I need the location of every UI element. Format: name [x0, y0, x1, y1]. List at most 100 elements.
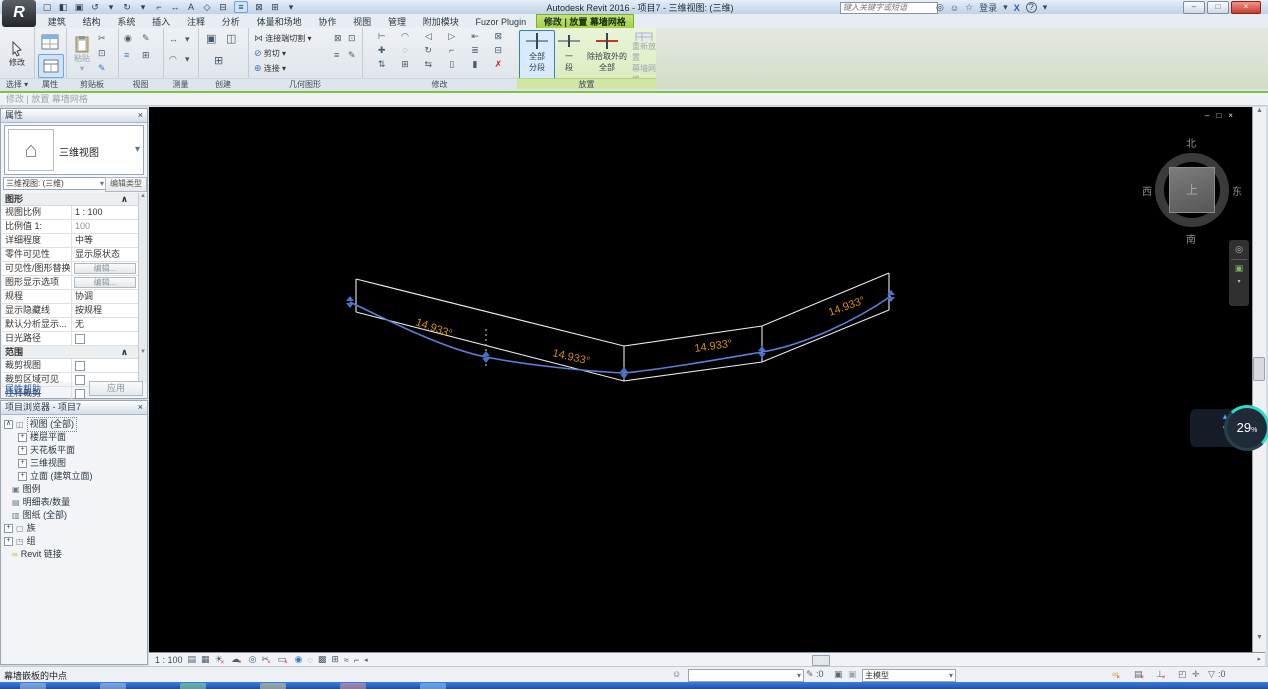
copy-tool-icon[interactable]: ◌ [393, 45, 416, 56]
annotation-crop-checkbox[interactable] [75, 389, 85, 399]
tab-addins[interactable]: 附加模块 [416, 15, 466, 29]
aligned-dimension-icon[interactable]: ↔ [170, 2, 180, 12]
ribbon-display-toggle[interactable]: ⊡ ▾ [545, 16, 558, 25]
join-end-cut-button[interactable]: ⋈ 连接端切割 ▾ [254, 33, 311, 44]
join-geometry-button[interactable]: ⊕ 连接 ▾ [254, 63, 286, 74]
beam-joins-icon[interactable]: ⊡ [348, 33, 356, 44]
angle-label[interactable]: 14.933° [414, 316, 454, 340]
exclude-options-icon[interactable]: ▣ [848, 669, 857, 680]
tab-architecture[interactable]: 建筑 [41, 15, 73, 29]
search-input[interactable] [840, 2, 938, 14]
scale-icon[interactable]: ⇅ [370, 59, 393, 70]
view-minimize-icon[interactable]: – [1205, 111, 1209, 120]
open-icon[interactable]: ◧ [58, 2, 68, 13]
copy-icon[interactable]: ⊡ [98, 48, 106, 59]
taskbar-app-icon[interactable] [20, 683, 46, 689]
new-sheet-icon[interactable]: ▢ [42, 2, 52, 13]
delete-icon[interactable]: ✗ [487, 59, 510, 70]
collapse-icon[interactable]: ∧ [121, 346, 128, 358]
prop-row[interactable]: 图形显示选项 编辑... [2, 276, 138, 290]
wall-joins-icon[interactable]: ⊠ [334, 33, 342, 44]
analytical-model-icon[interactable]: ≈ [344, 655, 349, 665]
prop-row[interactable]: 视图比例 1 : 100 [2, 206, 138, 220]
panel-select-label[interactable]: 选择 ▾ [0, 78, 34, 89]
measure-icon[interactable]: ⌐ [154, 2, 164, 12]
mirror-axis-icon[interactable]: ◁ [417, 31, 440, 42]
wall-opening-icon[interactable]: ▮ [463, 59, 486, 70]
view-cube-top-face[interactable]: 上 [1169, 167, 1215, 213]
tree-item-elevations[interactable]: + 立面 (建筑立面) [4, 470, 93, 483]
tree-item-groups[interactable]: + ◳ 组 [4, 535, 93, 548]
thin-lines-icon[interactable]: ≡ [234, 1, 248, 13]
design-options-icon[interactable]: ✎ [806, 669, 814, 680]
prop-row[interactable]: 默认分析显示... 无 [2, 318, 138, 332]
tab-annotate[interactable]: 注释 [180, 15, 212, 29]
type-selector[interactable]: ⌂ 三维视图 ▾ [4, 125, 144, 175]
rotate-icon[interactable]: ↻ [417, 45, 440, 56]
scroll-right-icon[interactable]: ▸ [1257, 655, 1261, 663]
project-browser-header[interactable]: 项目浏览器 - 项目7 × [1, 401, 147, 415]
restore-button[interactable]: □ [1207, 1, 1229, 14]
minimize-button[interactable]: – [1183, 1, 1205, 14]
type-selector-dropdown-icon[interactable]: ▾ [135, 144, 140, 155]
close-hidden-windows-icon[interactable]: ⊠ [254, 2, 264, 13]
redo-icon[interactable]: ↻ [122, 2, 132, 13]
spline-node-handles[interactable] [346, 290, 895, 379]
main-model-dropdown[interactable]: 主模型 ▾ [862, 669, 956, 682]
sign-in-label[interactable]: 登录 [979, 1, 997, 14]
tree-item-families[interactable]: + ▢ 族 [4, 522, 93, 535]
navigation-bar[interactable]: ◎ ▣ ▾ [1229, 240, 1249, 306]
view-restore-icon[interactable]: □ [1216, 111, 1221, 120]
split-element-icon[interactable]: ▯ [440, 59, 463, 70]
tree-item-ceiling-plans[interactable]: + 天花板平面 [4, 444, 93, 457]
select-underlay-icon[interactable]: ▤× [1134, 669, 1146, 681]
select-pinned-icon[interactable]: ⊥× [1156, 669, 1167, 681]
create-assembly-icon[interactable]: ⊞ [214, 54, 223, 67]
cut-geometry-button[interactable]: ⊘ 剪切 ▾ [254, 48, 286, 59]
properties-header[interactable]: 属性 × [1, 109, 147, 123]
tree-item-legends[interactable]: ▣ 图例 [4, 483, 93, 496]
tab-collaborate[interactable]: 协作 [311, 15, 343, 29]
mirror-pick-icon[interactable]: ▷ [440, 31, 463, 42]
windows-icon[interactable]: ⊞ [142, 50, 150, 61]
crop-visible-checkbox[interactable] [75, 375, 85, 385]
tab-insert[interactable]: 插入 [145, 15, 177, 29]
taskbar-app-icon[interactable] [180, 683, 206, 689]
offset-icon[interactable]: ◠ [393, 31, 416, 42]
view-cube[interactable]: 北 西 东 南 上 [1142, 135, 1242, 247]
prop-row[interactable]: 裁剪视图 [2, 359, 138, 373]
apply-button[interactable]: 应用 [89, 381, 143, 396]
tab-systems[interactable]: 系统 [110, 15, 142, 29]
show-constraints-icon[interactable]: ⊞ [331, 654, 339, 665]
tab-massing-site[interactable]: 体量和场地 [250, 15, 309, 29]
tab-view[interactable]: 视图 [346, 15, 378, 29]
compass-south[interactable]: 南 [1186, 231, 1196, 246]
worksets-dropdown[interactable]: ▾ [688, 669, 804, 682]
navbar-more-icon[interactable]: ▾ [1229, 274, 1249, 285]
move-icon[interactable]: ✚ [370, 45, 393, 56]
undo-icon[interactable]: ↺ [90, 2, 100, 13]
angle-label[interactable]: 14.933° [551, 347, 591, 367]
properties-help-link[interactable]: 属性帮助 [5, 382, 41, 395]
temporary-view-properties-icon[interactable]: ▩ [318, 654, 327, 665]
default-3d-view-icon[interactable]: ◇ [202, 2, 212, 13]
tab-fuzor-plugin[interactable]: Fuzor Plugin [469, 15, 534, 29]
demolish-icon[interactable]: ✎ [348, 50, 356, 61]
reveal-hidden-elements-icon[interactable]: ◌ [307, 655, 312, 665]
unjoin-icon[interactable]: ≡ [334, 50, 339, 60]
visual-style-icon[interactable]: ▦ [201, 654, 210, 665]
crop-view-icon[interactable]: ✂× [262, 654, 273, 666]
taskbar-app-icon[interactable] [420, 683, 446, 689]
measure-dropdown-icon[interactable]: ▾ [185, 34, 190, 45]
collapse-icon[interactable]: ∧ [121, 193, 128, 205]
trim-corner-icon[interactable]: ⌐ [440, 45, 463, 56]
memory-usage-ball[interactable]: 29% [1224, 405, 1268, 451]
measure-tool-icon[interactable]: ↔ [169, 34, 178, 44]
cut-icon[interactable]: ✂ [98, 33, 106, 44]
shadows-icon[interactable]: ☁× [231, 654, 244, 666]
angle-label[interactable]: 14.933° [694, 338, 733, 355]
qat-customize-icon[interactable]: ▾ [286, 2, 296, 13]
help-dropdown-icon[interactable]: ▾ [1043, 2, 1048, 13]
wall-location-spline[interactable] [349, 295, 892, 374]
redo-dropdown-icon[interactable]: ▾ [138, 2, 148, 13]
